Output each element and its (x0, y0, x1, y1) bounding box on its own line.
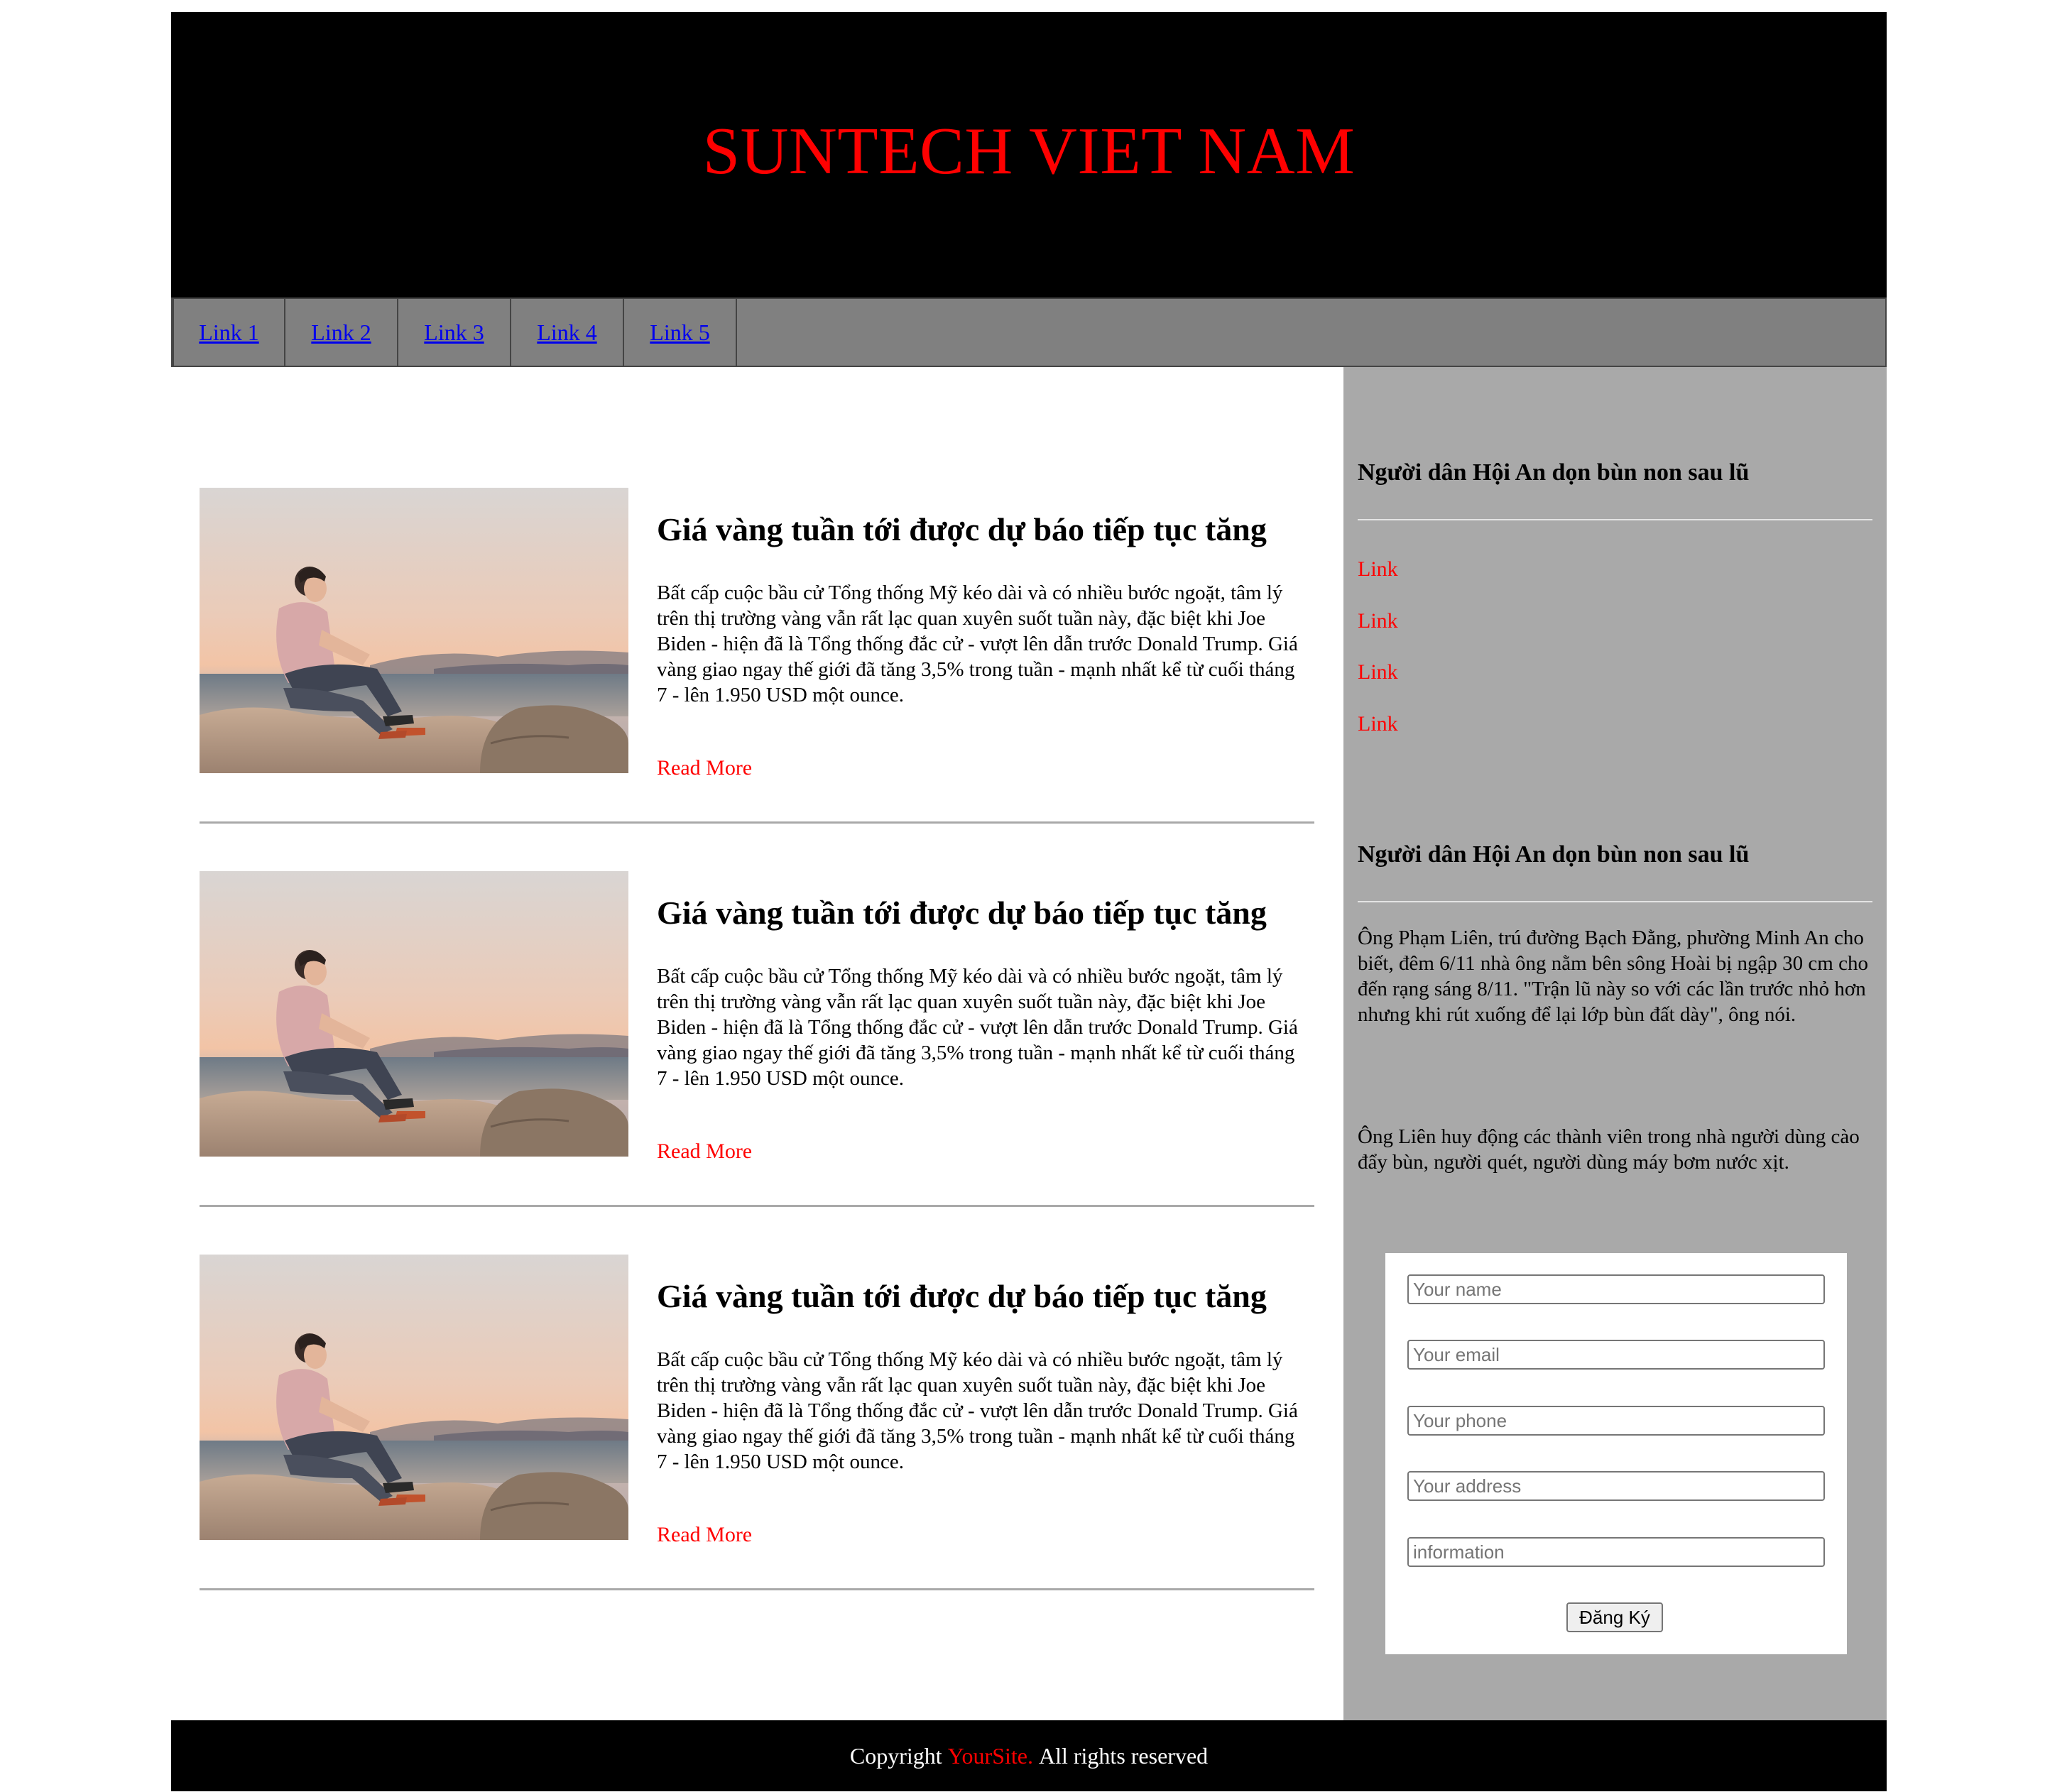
read-more-link[interactable]: Read More (657, 1140, 752, 1164)
nav-link-4[interactable]: Link 4 (511, 299, 624, 366)
article-card: Giá vàng tuần tới được dự báo tiếp tục t… (200, 871, 1314, 1255)
sidebar-link-1[interactable]: Link (1358, 557, 1398, 581)
article-excerpt: Bất cấp cuộc bầu cử Tổng thống Mỹ kéo dà… (657, 1348, 1298, 1473)
site-header: SUNTECH VIET NAM (171, 12, 1887, 297)
sidebar-link-2[interactable]: Link (1358, 609, 1398, 633)
main-nav: Link 1 Link 2 Link 3 Link 4 Link 5 (171, 297, 1887, 367)
sidebar-link-4[interactable]: Link (1358, 712, 1398, 736)
article-divider (200, 1205, 1314, 1207)
article-image (200, 488, 628, 773)
article-card: Giá vàng tuần tới được dự báo tiếp tục t… (200, 1255, 1314, 1638)
read-more-link[interactable]: Read More (657, 756, 752, 780)
page-container: SUNTECH VIET NAM Link 1 Link 2 Link 3 Li… (171, 12, 1887, 1791)
article-excerpt: Bất cấp cuộc bầu cử Tổng thống Mỹ kéo dà… (657, 581, 1298, 706)
article-title[interactable]: Giá vàng tuần tới được dự báo tiếp tục t… (657, 894, 1317, 931)
nav-link-5[interactable]: Link 5 (624, 299, 737, 366)
article-excerpt: Bất cấp cuộc bầu cử Tổng thống Mỹ kéo dà… (657, 965, 1298, 1090)
email-input[interactable] (1407, 1340, 1825, 1370)
article-card: Giá vàng tuần tới được dự báo tiếp tục t… (200, 488, 1314, 871)
read-more-link[interactable]: Read More (657, 1523, 752, 1547)
name-input[interactable] (1407, 1274, 1825, 1304)
footer-copyright-suffix: All rights reserved (1038, 1742, 1209, 1769)
sidebar-paragraph: Ông Liên huy động các thành viên trong n… (1358, 1125, 1860, 1174)
sidebar-divider (1358, 901, 1872, 902)
nav-link-2[interactable]: Link 2 (285, 299, 398, 366)
site-title: SUNTECH VIET NAM (702, 114, 1356, 188)
phone-input[interactable] (1407, 1406, 1825, 1436)
sidebar-link-3[interactable]: Link (1358, 660, 1398, 684)
sidebar-paragraph: Ông Phạm Liên, trú đường Bạch Đằng, phườ… (1358, 927, 1868, 1026)
sidebar-text-heading: Người dân Hội An dọn bùn non sau lũ (1358, 841, 1750, 868)
nav-link-1[interactable]: Link 1 (173, 299, 285, 366)
site-footer: Copyright YourSite. All rights reserved (171, 1720, 1887, 1791)
main-content: Giá vàng tuần tới được dự báo tiếp tục t… (171, 367, 1343, 1732)
article-divider (200, 821, 1314, 824)
information-input[interactable] (1407, 1537, 1825, 1567)
article-image (200, 871, 628, 1157)
sidebar-links-heading: Người dân Hội An dọn bùn non sau lũ (1358, 459, 1750, 486)
article-image (200, 1255, 628, 1540)
register-button[interactable]: Đăng Ký (1566, 1602, 1663, 1632)
footer-copyright-prefix: Copyright (849, 1742, 942, 1769)
sidebar: Người dân Hội An dọn bùn non sau lũ Link… (1343, 367, 1887, 1732)
nav-link-3[interactable]: Link 3 (398, 299, 511, 366)
footer-brand-link[interactable]: YourSite. (948, 1743, 1033, 1769)
sidebar-divider (1358, 519, 1872, 520)
article-divider (200, 1588, 1314, 1590)
article-title[interactable]: Giá vàng tuần tới được dự báo tiếp tục t… (657, 1277, 1317, 1315)
register-form: Đăng Ký (1385, 1253, 1847, 1654)
article-title[interactable]: Giá vàng tuần tới được dự báo tiếp tục t… (657, 510, 1317, 548)
address-input[interactable] (1407, 1471, 1825, 1501)
